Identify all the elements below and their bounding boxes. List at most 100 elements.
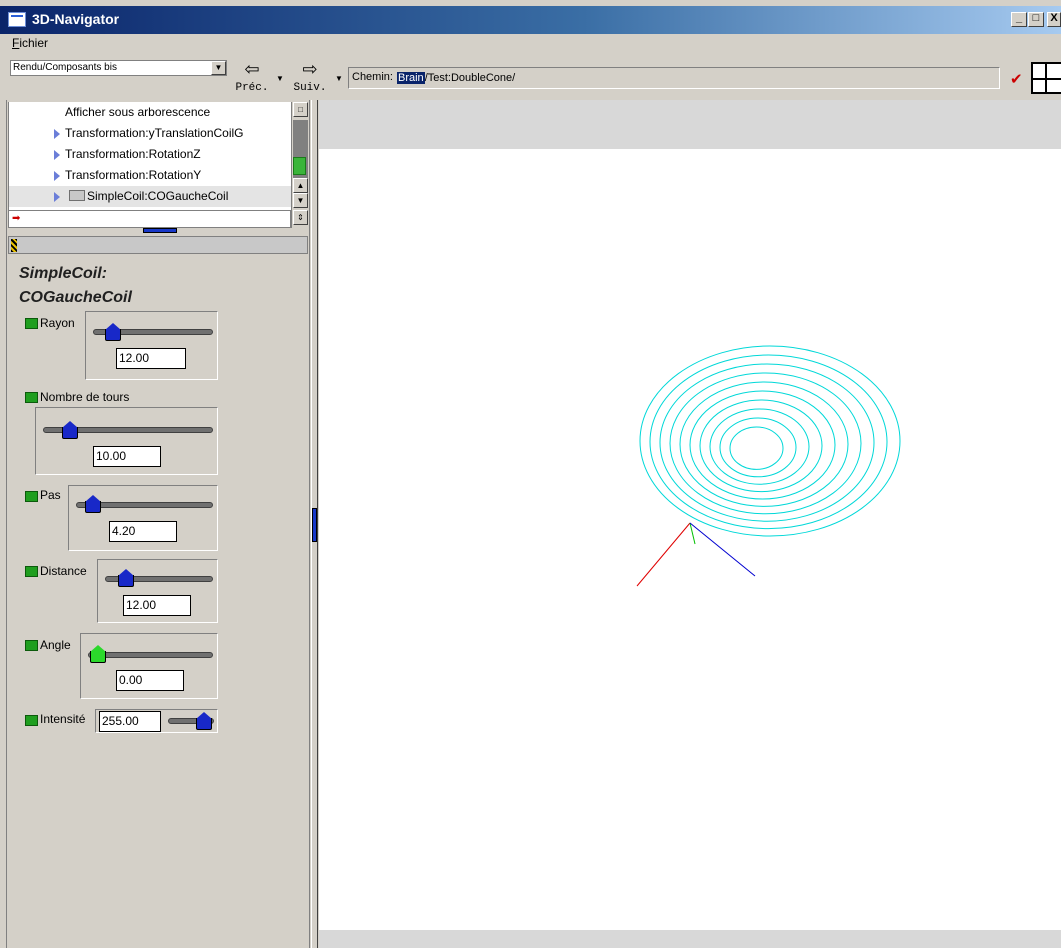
maximize-button[interactable]: □ xyxy=(1028,12,1044,27)
prev-dropdown-icon[interactable]: ▼ xyxy=(276,74,284,83)
coil-turn xyxy=(709,408,810,485)
3d-scene[interactable] xyxy=(319,149,1061,930)
menu-bar: Fichier xyxy=(0,34,1061,54)
menu-fichier[interactable]: Fichier xyxy=(12,36,48,50)
prompt-arrow-icon: ➡ xyxy=(12,213,21,224)
grip-icon[interactable] xyxy=(11,239,17,252)
view-select-value: Rendu/Composants bis xyxy=(13,62,117,73)
angle-slider-knob[interactable] xyxy=(88,645,108,663)
expand-triangle-icon[interactable] xyxy=(54,171,60,181)
next-label: Suiv. xyxy=(293,82,327,94)
app-icon xyxy=(8,12,26,27)
panel-title-line2: COGaucheCoil xyxy=(19,289,132,306)
tours-box: 10.00 xyxy=(35,407,218,475)
coil-turn xyxy=(699,399,823,493)
splitter-handle[interactable] xyxy=(143,228,177,233)
axis-z-line xyxy=(689,522,756,577)
pas-box: 4.20 xyxy=(68,485,218,551)
expand-triangle-icon[interactable] xyxy=(54,129,60,139)
expand-triangle-icon[interactable] xyxy=(54,192,60,202)
pas-indicator-icon[interactable] xyxy=(25,491,38,502)
title-bar[interactable]: 3D-Navigator _ □ X xyxy=(0,6,1061,34)
minimize-button[interactable]: _ xyxy=(1011,12,1027,27)
arrow-left-icon: ⇦ xyxy=(244,59,260,79)
pas-label: Pas xyxy=(40,488,61,502)
intensite-indicator-icon[interactable] xyxy=(25,715,38,726)
angle-box: 0.00 xyxy=(80,633,218,699)
scroll-both-icon[interactable]: ⇕ xyxy=(293,210,308,225)
menu-label-rest: ichier xyxy=(19,36,49,50)
pas-value-field[interactable]: 4.20 xyxy=(109,521,177,542)
chevron-down-icon[interactable]: ▼ xyxy=(211,61,226,75)
path-field[interactable]: Brain/Test:DoubleCone/ xyxy=(397,70,515,86)
layout-grid-icon[interactable] xyxy=(1031,62,1061,94)
tree-item-label: Transformation:RotationY xyxy=(65,168,202,182)
rayon-label: Rayon xyxy=(40,316,75,330)
prev-button[interactable]: ⇦ Préc. xyxy=(232,60,272,100)
tours-value-field[interactable]: 10.00 xyxy=(93,446,161,467)
scrollbar-thumb[interactable] xyxy=(293,157,306,175)
arrow-right-icon: ⇨ xyxy=(302,59,318,79)
coil-turn xyxy=(679,381,849,507)
app-window: 3D-Navigator _ □ X Fichier Rendu/Composa… xyxy=(0,0,1061,948)
distance-value-field[interactable]: 12.00 xyxy=(123,595,191,616)
intensite-value-field[interactable]: 255.00 xyxy=(99,711,161,732)
intensite-box: 255.00 xyxy=(95,709,218,733)
angle-value-field[interactable]: 0.00 xyxy=(116,670,184,691)
tree-item-simplecoil[interactable]: SimpleCoil:COGaucheCoil xyxy=(9,186,292,207)
panel-separator xyxy=(8,236,308,254)
coil-turn xyxy=(669,372,862,515)
rayon-value-field[interactable]: 12.00 xyxy=(116,348,186,369)
next-button[interactable]: ⇨ Suiv. xyxy=(290,60,330,100)
scroll-up-icon[interactable]: ▲ xyxy=(293,178,308,193)
viewport-bottom-margin xyxy=(319,930,1061,948)
path-bar: Chemin: Brain/Test:DoubleCone/ xyxy=(348,67,1000,89)
path-rest: /Test:DoubleCone/ xyxy=(424,72,516,84)
expand-triangle-icon[interactable] xyxy=(54,150,60,160)
axis-x-line xyxy=(636,522,691,587)
tours-label: Nombre de tours xyxy=(40,390,130,404)
rayon-box: 12.00 xyxy=(85,311,218,380)
tours-slider-knob[interactable] xyxy=(60,421,80,439)
intensite-label: Intensité xyxy=(40,712,86,726)
close-button[interactable]: X xyxy=(1047,12,1061,27)
tree-item-rotationz[interactable]: Transformation:RotationZ xyxy=(9,144,292,165)
splitter-handle-vertical[interactable] xyxy=(312,508,317,542)
tree-item-label: Transformation:yTranslationCoilG xyxy=(65,126,244,140)
command-input[interactable]: ➡ xyxy=(8,210,291,228)
scroll-down-icon[interactable]: ▼ xyxy=(293,193,308,208)
rayon-indicator-icon[interactable] xyxy=(25,318,38,329)
angle-label: Angle xyxy=(40,638,71,652)
distance-indicator-icon[interactable] xyxy=(25,566,38,577)
path-selected-segment[interactable]: Brain xyxy=(397,72,425,84)
folder-icon xyxy=(69,190,85,201)
tree-item-label: Afficher sous arborescence xyxy=(65,105,211,119)
angle-indicator-icon[interactable] xyxy=(25,640,38,651)
tours-indicator-icon[interactable] xyxy=(25,392,38,403)
coil-turn xyxy=(689,390,836,500)
intensite-slider-knob[interactable] xyxy=(194,712,214,730)
coil-turn xyxy=(659,363,875,522)
window-title: 3D-Navigator xyxy=(32,11,120,27)
pas-slider-knob[interactable] xyxy=(83,495,103,513)
collapse-icon[interactable]: □ xyxy=(293,102,308,117)
tree-item-label: SimpleCoil:COGaucheCoil xyxy=(87,189,229,203)
coil-spiral xyxy=(639,345,901,537)
viewport-top-margin xyxy=(319,100,1061,149)
tree-item-show-subtree[interactable]: Afficher sous arborescence xyxy=(9,102,292,123)
tree-item-rotationy[interactable]: Transformation:RotationY xyxy=(9,165,292,186)
next-dropdown-icon[interactable]: ▼ xyxy=(335,74,343,83)
rayon-slider-knob[interactable] xyxy=(103,323,123,341)
panel-title: SimpleCoil: COGaucheCoil xyxy=(19,262,132,310)
validate-check-icon[interactable]: ✔ xyxy=(1010,70,1023,88)
coil-turn xyxy=(729,426,784,470)
view-select[interactable]: Rendu/Composants bis ▼ xyxy=(10,60,227,76)
tree-item-label: Transformation:RotationZ xyxy=(65,147,201,161)
path-label: Chemin: xyxy=(352,71,393,83)
panel-title-line1: SimpleCoil: xyxy=(19,265,108,282)
coil-turn xyxy=(649,354,888,530)
distance-slider-knob[interactable] xyxy=(116,569,136,587)
3d-viewport[interactable] xyxy=(319,149,1061,930)
tree-item-ytranslation[interactable]: Transformation:yTranslationCoilG xyxy=(9,123,292,144)
scene-tree: Afficher sous arborescence Transformatio… xyxy=(8,102,292,210)
